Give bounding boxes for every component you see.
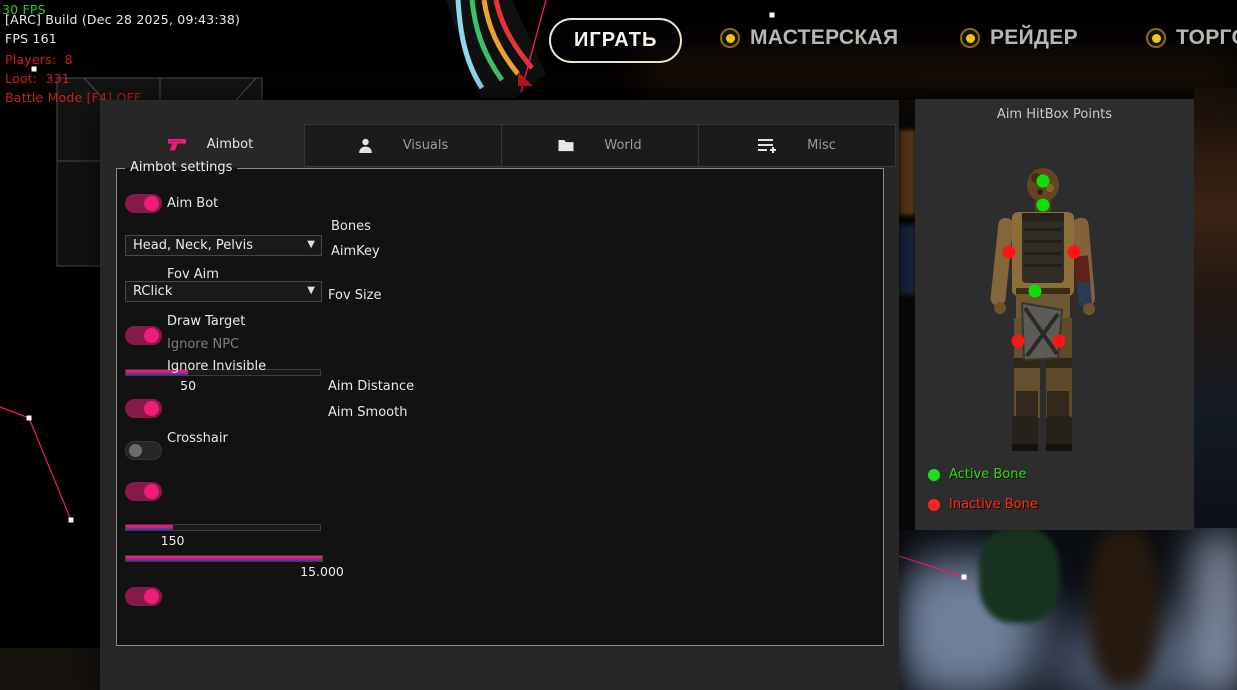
person-icon <box>358 138 373 154</box>
hitbox-point-left-knee <box>1012 335 1025 348</box>
aim-distance-slider[interactable]: 150 <box>125 524 321 531</box>
aimkey-dropdown-value: RClick <box>133 284 172 299</box>
aim-bot-toggle[interactable] <box>125 194 162 213</box>
tab-aimbot[interactable]: Aimbot <box>116 124 304 165</box>
ignore-invisible-toggle[interactable] <box>125 482 162 501</box>
hitbox-preview-panel: Aim HitBox Points <box>915 99 1194 530</box>
toggle-knob <box>144 328 159 343</box>
draw-target-toggle[interactable] <box>125 399 162 418</box>
bones-dropdown[interactable]: Head, Neck, Pelvis ▼ <box>125 235 322 256</box>
chevron-down-icon: ▼ <box>307 285 315 296</box>
slider-fill <box>126 556 322 561</box>
hitbox-panel-title: Aim HitBox Points <box>915 107 1194 122</box>
folder-icon <box>558 139 574 152</box>
tab-misc[interactable]: Misc <box>698 124 896 167</box>
tab-world[interactable]: World <box>501 124 699 167</box>
active-bone-label: Active Bone <box>949 467 1026 482</box>
tab-label: Misc <box>807 138 836 153</box>
aimkey-dropdown[interactable]: RClick ▼ <box>125 281 322 302</box>
coin-icon <box>1146 28 1166 48</box>
hitbox-point-left-arm <box>1003 246 1016 259</box>
hitbox-dots-layer <box>970 158 1130 453</box>
fov-size-label: Fov Size <box>328 288 381 303</box>
chevron-down-icon: ▼ <box>307 239 315 250</box>
menu-item-workshop[interactable]: МАСТЕРСКАЯ <box>720 26 898 50</box>
draw-target-label: Draw Target <box>167 314 245 329</box>
hitbox-point-right-knee <box>1053 335 1066 348</box>
pistol-icon <box>167 138 187 152</box>
aim-smooth-slider[interactable]: 15.000 <box>125 555 323 562</box>
toggle-knob <box>129 444 142 457</box>
legend-inactive-bone: Inactive Bone <box>928 497 1038 512</box>
aimkey-label: AimKey <box>331 244 380 259</box>
crosshair-label: Crosshair <box>167 431 228 446</box>
aim-distance-label: Aim Distance <box>328 379 414 394</box>
aim-smooth-value: 15.000 <box>300 564 344 579</box>
toggle-knob <box>144 196 159 211</box>
toggle-knob <box>144 401 159 416</box>
toggle-knob <box>144 589 159 604</box>
ignore-npc-label: Ignore NPC <box>167 337 239 352</box>
hitbox-point-pelvis <box>1029 285 1042 298</box>
ignore-invisible-label: Ignore Invisible <box>167 359 266 374</box>
menu-item-raider[interactable]: РЕЙДЕР <box>960 26 1078 50</box>
aim-smooth-label: Aim Smooth <box>328 405 407 420</box>
coin-icon <box>960 28 980 48</box>
bones-label: Bones <box>331 219 371 234</box>
aim-distance-value: 150 <box>161 533 185 548</box>
tab-label: Visuals <box>403 138 449 153</box>
inactive-bone-dot <box>928 499 940 511</box>
tab-label: Aimbot <box>207 137 253 152</box>
menu-item-label: ТОРГО <box>1176 26 1237 50</box>
legend-active-bone: Active Bone <box>928 467 1026 482</box>
player-model-preview <box>970 158 1130 453</box>
fov-aim-label: Fov Aim <box>167 267 219 282</box>
menu-item-trade[interactable]: ТОРГО <box>1146 26 1237 50</box>
game-top-menu: ИГРАТЬ МАСТЕРСКАЯ РЕЙДЕР ТОРГО <box>0 0 1237 88</box>
hitbox-point-head <box>1037 175 1050 188</box>
ignore-npc-toggle[interactable] <box>125 441 162 460</box>
cheat-menu-panel: Aimbot Visuals World Misc Aimbot setting… <box>100 100 899 690</box>
section-title: Aimbot settings <box>125 160 237 175</box>
menu-item-label: МАСТЕРСКАЯ <box>750 26 898 50</box>
bones-dropdown-value: Head, Neck, Pelvis <box>133 238 253 253</box>
tab-visuals[interactable]: Visuals <box>304 124 502 167</box>
slider-fill <box>126 525 173 530</box>
play-button[interactable]: ИГРАТЬ <box>549 18 682 63</box>
playlist-add-icon <box>758 138 777 153</box>
toggle-knob <box>144 484 159 499</box>
tab-label: World <box>604 138 641 153</box>
aimbot-settings-group: Aimbot settings Aim Bot Head, Neck, Pelv… <box>116 168 884 646</box>
aim-bot-label: Aim Bot <box>167 196 218 211</box>
crosshair-toggle[interactable] <box>125 587 162 606</box>
inactive-bone-label: Inactive Bone <box>949 497 1038 512</box>
coin-icon <box>720 28 740 48</box>
active-bone-dot <box>928 469 940 481</box>
fov-size-value: 50 <box>180 378 196 393</box>
menu-item-label: РЕЙДЕР <box>990 26 1078 50</box>
hitbox-point-right-arm <box>1068 246 1081 259</box>
fov-aim-toggle[interactable] <box>125 326 162 345</box>
hitbox-point-neck <box>1037 199 1050 212</box>
